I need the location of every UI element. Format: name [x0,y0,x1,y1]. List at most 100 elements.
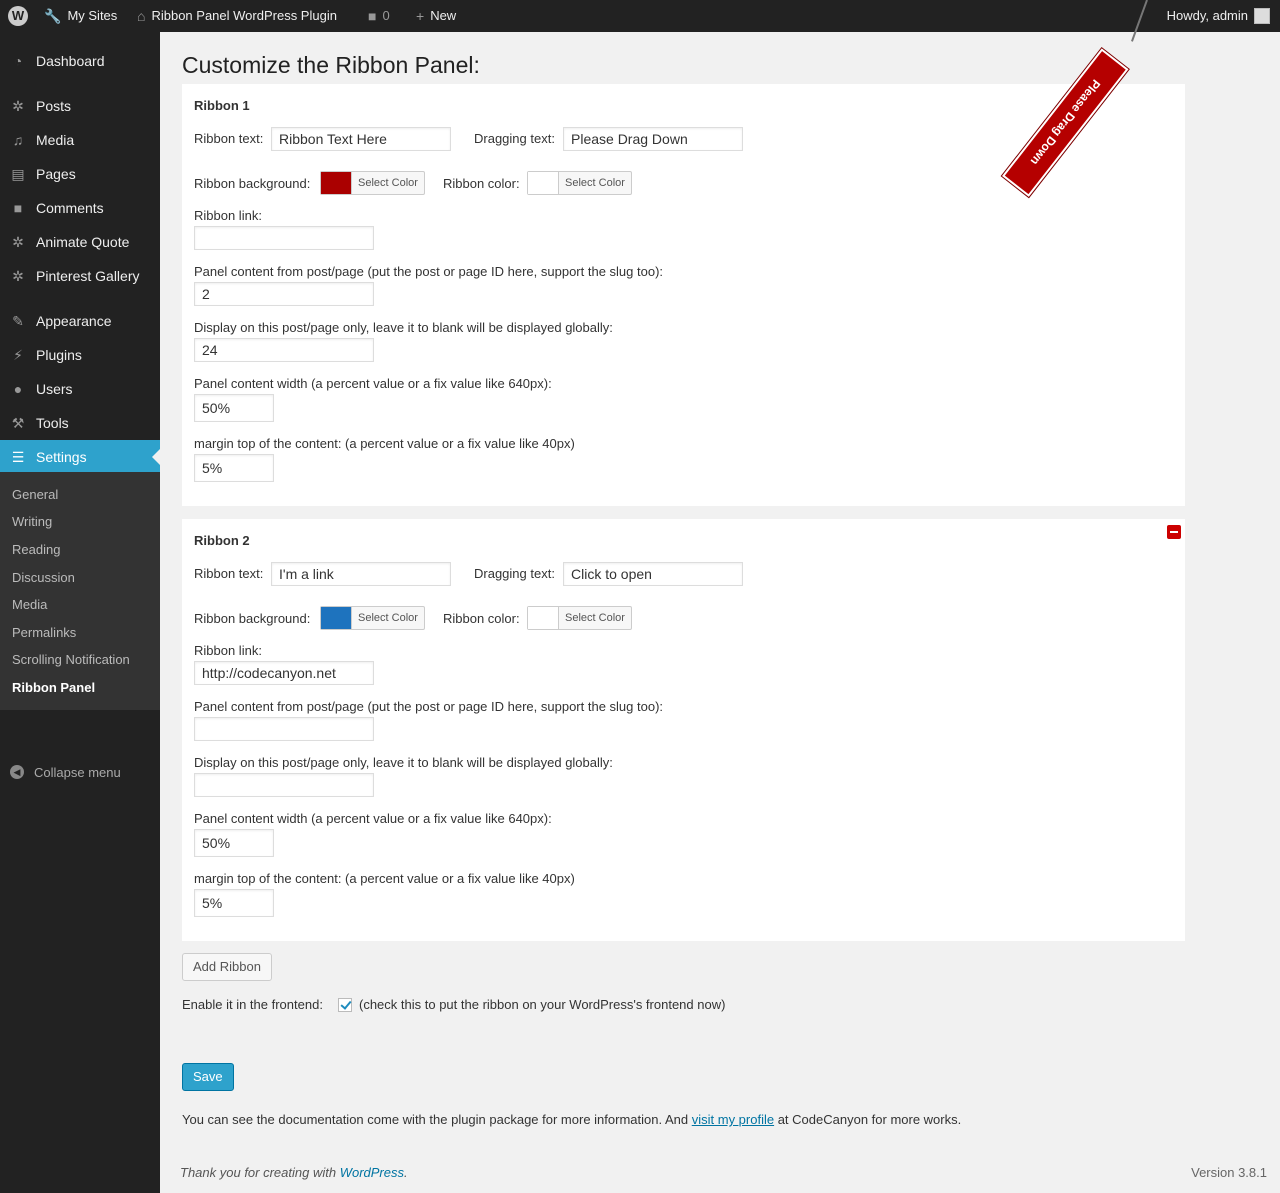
ribbon-1-display-on-input[interactable]: 24 [194,338,374,362]
pushpin-icon: ✲ [12,97,24,114]
site-name-menu[interactable]: ⌂ Ribbon Panel WordPress Plugin [137,0,337,32]
admin-sidebar: ◔ Dashboard ✲ Posts ♫ Media ▤ Pages ■ Co… [0,32,160,1193]
ribbon-1-text-input[interactable]: Ribbon Text Here [271,127,451,151]
display-on-label: Display on this post/page only, leave it… [194,755,613,770]
main-content: Customize the Ribbon Panel: Ribbon 1 Rib… [160,32,1280,1193]
pages-icon: ▤ [11,165,25,182]
ribbon-1-title: Ribbon 1 [194,98,250,113]
ribbon-2-display-on-input[interactable] [194,773,374,797]
dashboard-icon: ◔ [13,53,23,69]
ribbon-2-margin-top-input[interactable]: 5% [194,889,274,917]
ribbon-color-label: Ribbon color: [443,176,520,191]
ribbon-2-background-color-picker[interactable]: Select Color [320,606,425,630]
footer-version: Version 3.8.1 [1191,1165,1267,1180]
howdy-label: Howdy, admin [1166,8,1248,23]
ribbon-1-panel-content-input[interactable]: 2 [194,282,374,306]
panel-width-label: Panel content width (a percent value or … [194,811,552,826]
sidebar-item-label: Comments [36,200,104,216]
submenu-general[interactable]: General [12,487,58,502]
sidebar-item-posts[interactable]: ✲ Posts [0,89,160,123]
new-content-menu[interactable]: + New [416,0,456,32]
wordpress-link[interactable]: WordPress [340,1165,404,1180]
sidebar-item-label: Posts [36,98,72,114]
page-title: Customize the Ribbon Panel: [182,52,480,78]
sidebar-item-appearance[interactable]: ✎ Appearance [0,304,160,338]
ribbon-2-dragging-input[interactable]: Click to open [563,562,743,586]
collapse-menu-label: Collapse menu [34,764,121,780]
settings-submenu: General Writing Reading Discussion Media… [0,472,160,710]
comments-menu[interactable]: ■ 0 [368,0,390,32]
remove-ribbon-icon[interactable] [1167,525,1181,539]
sidebar-item-label: Pages [36,166,76,182]
sidebar-item-label: Animate Quote [36,234,130,250]
submenu-scrolling-notification[interactable]: Scrolling Notification [12,652,130,667]
submenu-discussion[interactable]: Discussion [12,570,75,585]
ribbon-1-dragging-input[interactable]: Please Drag Down [563,127,743,151]
site-name-label: Ribbon Panel WordPress Plugin [151,8,337,23]
color-swatch [528,172,559,194]
ribbon-2-width-input[interactable]: 50% [194,829,274,857]
submenu-ribbon-panel[interactable]: Ribbon Panel [12,680,95,695]
submenu-media[interactable]: Media [12,597,47,612]
sidebar-item-settings[interactable]: ☰ Settings [0,440,160,474]
sidebar-item-users[interactable]: ● Users [0,372,160,406]
ribbon-2-text-input[interactable]: I'm a link [271,562,451,586]
select-color-label: Select Color [358,612,418,624]
account-menu[interactable]: Howdy, admin [1156,0,1280,32]
sidebar-item-pages[interactable]: ▤ Pages [0,157,160,191]
visit-profile-link[interactable]: visit my profile [692,1112,774,1127]
sidebar-item-pinterest-gallery[interactable]: ✲ Pinterest Gallery [0,259,160,293]
footer-thanks-suffix: . [404,1165,408,1180]
sidebar-item-tools[interactable]: ⚒ Tools [0,406,160,440]
dragging-text-label: Dragging text: [474,566,555,581]
dragging-text-label: Dragging text: [474,131,555,146]
sidebar-item-animate-quote[interactable]: ✲ Animate Quote [0,225,160,259]
display-on-label: Display on this post/page only, leave it… [194,320,613,335]
paintbrush-icon: ✎ [12,312,24,329]
wrench-icon: ⚒ [11,414,25,431]
comment-bubble-icon: ■ [368,8,377,24]
collapse-menu-button[interactable]: ◀ Collapse menu [0,757,160,787]
my-sites-menu[interactable]: 🔧 My Sites [44,0,117,32]
sidebar-item-label: Dashboard [36,53,105,69]
color-swatch [528,607,559,629]
enable-frontend-hint: (check this to put the ribbon on your Wo… [359,997,726,1012]
ribbon-2-panel-content-input[interactable] [194,717,374,741]
add-ribbon-button[interactable]: Add Ribbon [182,953,272,981]
sidebar-item-dashboard[interactable]: ◔ Dashboard [0,44,160,78]
submenu-writing[interactable]: Writing [12,514,52,529]
ribbon-background-label: Ribbon background: [194,611,311,626]
sidebar-item-label: Tools [36,415,69,431]
save-button[interactable]: Save [182,1063,234,1091]
ribbon-1-background-color-picker[interactable]: Select Color [320,171,425,195]
color-swatch [321,172,352,194]
ribbon-1-color-picker[interactable]: Select Color [527,171,632,195]
sidebar-item-label: Plugins [36,347,82,363]
ribbon-1-margin-top-input[interactable]: 5% [194,454,274,482]
color-swatch [321,607,352,629]
sidebar-item-media[interactable]: ♫ Media [0,123,160,157]
ribbon-1-link-input[interactable] [194,226,374,250]
plus-icon: + [416,8,425,24]
submenu-permalinks[interactable]: Permalinks [12,625,76,640]
margin-top-label: margin top of the content: (a percent va… [194,436,575,451]
ribbon-2-color-picker[interactable]: Select Color [527,606,632,630]
plug-icon: ⚡ [13,346,23,363]
ribbon-1-width-input[interactable]: 50% [194,394,274,422]
ribbon-2-box: Ribbon 2 Ribbon text: I'm a link Draggin… [182,519,1185,941]
enable-frontend-checkbox[interactable] [338,998,352,1012]
sidebar-item-comments[interactable]: ■ Comments [0,191,160,225]
select-color-label: Select Color [565,612,625,624]
ribbon-2-link-input[interactable]: http://codecanyon.net [194,661,374,685]
avatar [1254,8,1270,24]
ribbon-text-label: Ribbon text: [194,131,264,146]
footer-thanks-prefix: Thank you for creating with [180,1165,340,1180]
submenu-reading[interactable]: Reading [12,542,60,557]
sidebar-item-label: Appearance [36,313,112,329]
admin-bar: W 🔧 My Sites ⌂ Ribbon Panel WordPress Pl… [0,0,1280,32]
settings-sliders-icon: ☰ [11,448,25,465]
sidebar-item-plugins[interactable]: ⚡ Plugins [0,338,160,372]
info-suffix: at CodeCanyon for more works. [774,1112,962,1127]
ribbon-text-label: Ribbon text: [194,566,264,581]
wordpress-logo-icon[interactable]: W [8,6,28,26]
